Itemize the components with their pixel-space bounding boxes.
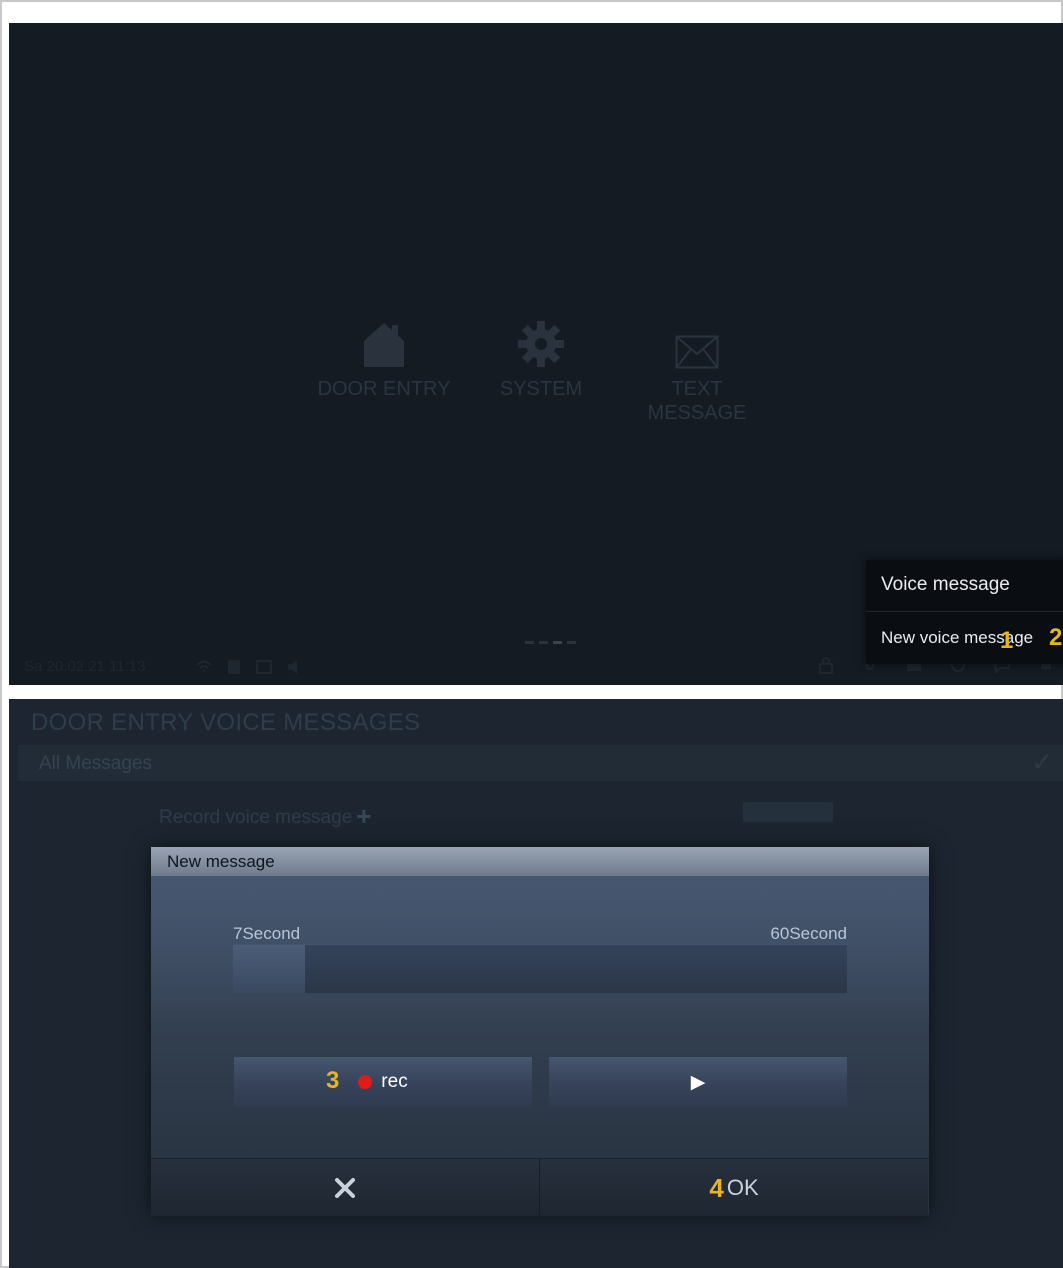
lock-icon[interactable]: [817, 655, 835, 675]
breadcrumb: DOOR ENTRY VOICE MESSAGES: [31, 709, 421, 736]
ok-button[interactable]: 4 OK: [540, 1159, 928, 1216]
voice-message-menu-title: Voice message: [881, 574, 1010, 595]
envelope-icon: [675, 335, 719, 369]
dialog-title: New message: [167, 852, 275, 871]
menu-divider: [866, 611, 1063, 612]
speaker-icon: [288, 660, 297, 674]
page-dot-active: [553, 641, 562, 644]
plus-icon: +: [356, 801, 372, 831]
play-button[interactable]: ▶: [549, 1057, 847, 1107]
status-datetime: Sa 20.02.21 11:13: [24, 658, 146, 675]
page-dot: [525, 641, 534, 644]
cancel-button[interactable]: [151, 1159, 540, 1216]
voice-message-menu: Voice message New voice message 2: [866, 560, 1063, 664]
page-dot: [539, 641, 548, 644]
record-dot-icon: [358, 1075, 373, 1089]
wifi-icon: [196, 660, 212, 672]
background-action-button[interactable]: [743, 802, 833, 822]
recording-progress-fill: [233, 945, 305, 993]
tile-text-message[interactable]: TEXT MESSAGE: [617, 309, 777, 425]
callout-3: 3: [326, 1067, 340, 1094]
close-icon: [335, 1177, 355, 1198]
filter-label: All Messages: [39, 753, 152, 774]
house-icon: [364, 323, 404, 367]
device-icon: [228, 660, 240, 674]
filter-bar[interactable]: All Messages ✓: [18, 745, 1063, 781]
page-indicator: [525, 641, 576, 644]
new-message-dialog: New message 7Second 60Second 3 rec ▶ 4 O…: [151, 847, 929, 1216]
dialog-titlebar: New message: [151, 847, 929, 876]
tile-system-label: SYSTEM: [499, 378, 583, 400]
home-screen: DOOR ENTRY SYSTEM TEXT MESSAGE Sa 20.02.…: [9, 23, 1063, 685]
recording-progress-bar: [233, 944, 847, 993]
rec-label: rec: [381, 1071, 408, 1092]
rec-button[interactable]: 3 rec: [234, 1057, 532, 1107]
voice-messages-screen: DOOR ENTRY VOICE MESSAGES All Messages ✓…: [9, 699, 1063, 1268]
dialog-footer: 4 OK: [151, 1158, 929, 1216]
page-dot: [567, 641, 576, 644]
gear-icon: [518, 321, 564, 367]
ok-label: OK: [726, 1174, 759, 1200]
tile-text-message-label-2: MESSAGE: [647, 402, 747, 424]
record-voice-message-label: Record voice message: [159, 807, 353, 828]
tile-door-entry[interactable]: DOOR ENTRY: [304, 309, 464, 401]
screen-icon: [256, 660, 272, 674]
callout-4: 4: [709, 1172, 724, 1203]
duration-min-label: 7Second: [233, 924, 301, 943]
status-icons-left: [195, 657, 303, 677]
tile-door-entry-label: DOOR ENTRY: [317, 378, 451, 400]
checkmark-icon[interactable]: ✓: [1031, 747, 1053, 778]
callout-2: 2: [1049, 624, 1063, 651]
tile-text-message-label-1: TEXT: [671, 378, 723, 400]
callout-1: 1: [1000, 627, 1014, 654]
play-icon: ▶: [690, 1071, 706, 1093]
record-voice-message-button[interactable]: Record voice message +: [159, 801, 371, 832]
tile-system[interactable]: SYSTEM: [461, 309, 621, 401]
duration-max-label: 60Second: [770, 924, 847, 943]
